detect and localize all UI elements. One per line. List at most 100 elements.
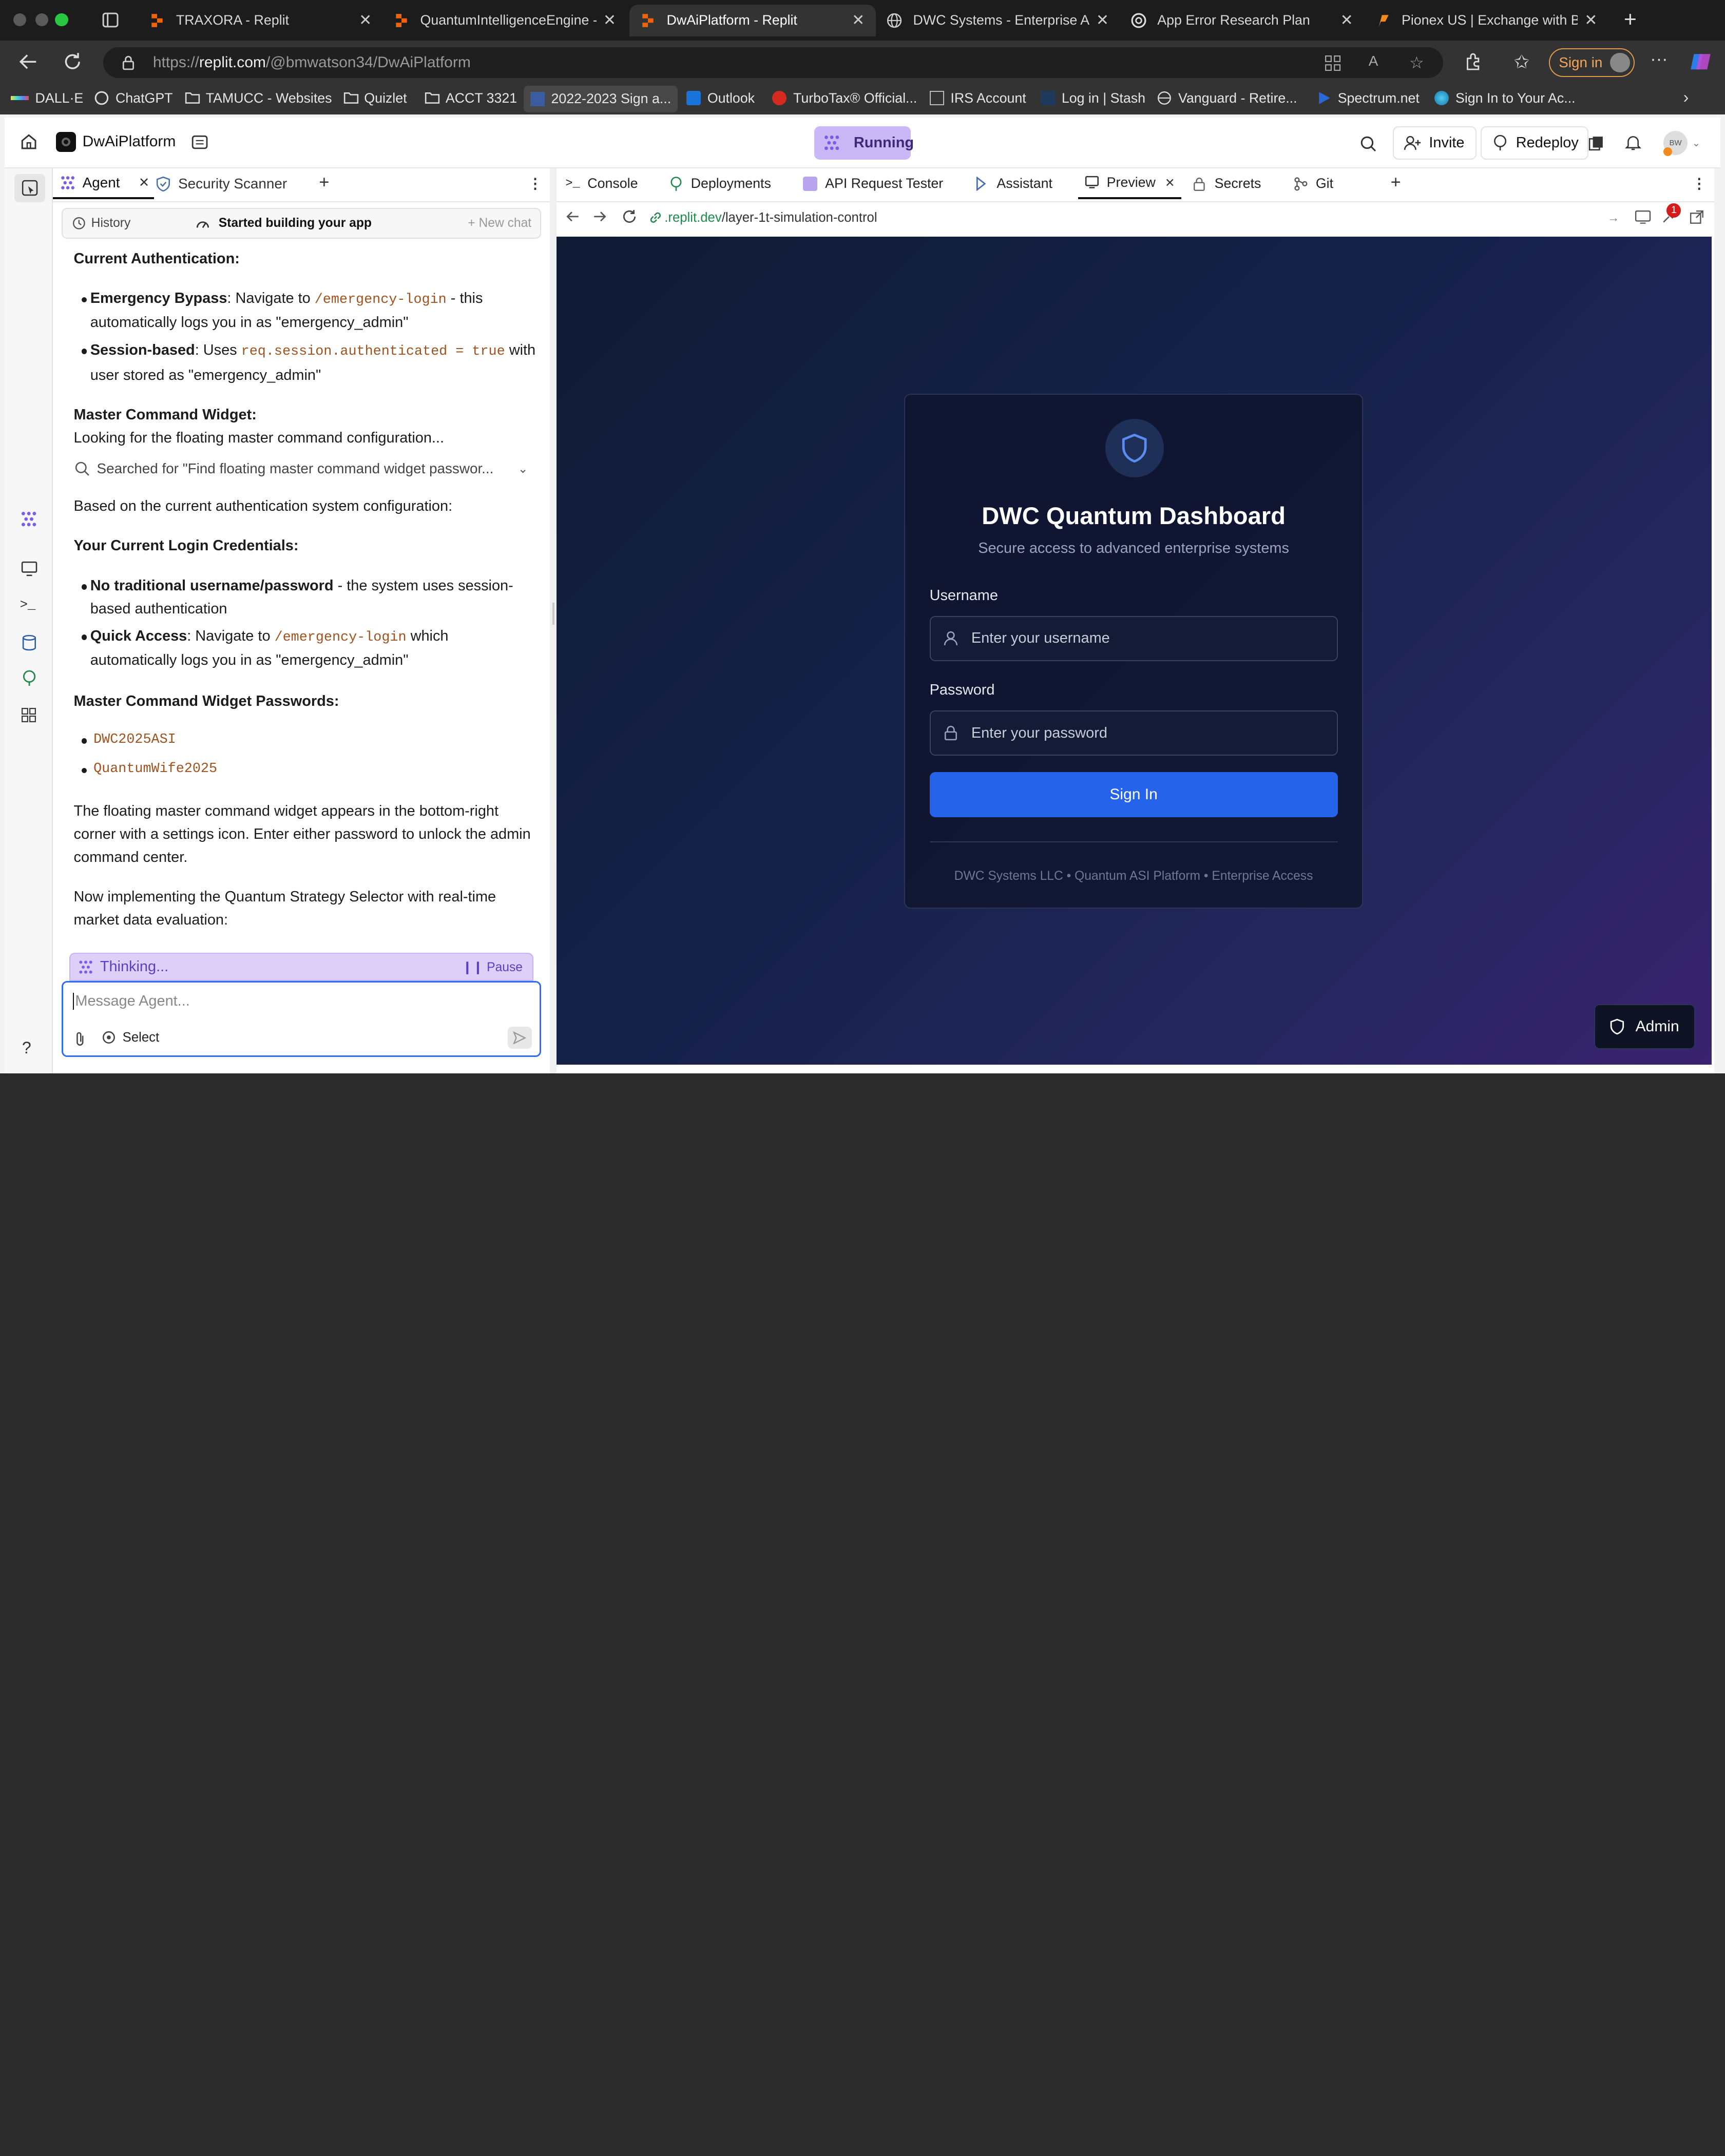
bookmark-quizlet[interactable]: Quizlet xyxy=(343,90,407,106)
attach-icon[interactable] xyxy=(74,1031,86,1047)
tab-secrets[interactable]: Secrets xyxy=(1186,168,1285,199)
help-icon[interactable]: ? xyxy=(22,1038,31,1057)
pause-button[interactable]: ❙❙ Pause xyxy=(462,959,523,975)
history-button[interactable]: History xyxy=(91,216,131,230)
all-tools-icon[interactable] xyxy=(21,707,36,723)
close-icon[interactable]: ✕ xyxy=(1340,11,1353,29)
bookmark-spectrum[interactable]: Spectrum.net xyxy=(1317,90,1420,106)
agent-rail-icon[interactable] xyxy=(20,510,37,528)
invite-button[interactable]: Invite xyxy=(1392,126,1477,160)
database-icon[interactable] xyxy=(22,634,36,651)
app-available-icon[interactable] xyxy=(1325,55,1341,71)
username-field[interactable]: Enter your username xyxy=(929,615,1338,661)
admin-button[interactable]: Admin xyxy=(1594,1004,1696,1050)
close-icon[interactable]: ✕ xyxy=(1096,11,1109,29)
panel-menu-icon[interactable]: ⋮ xyxy=(1692,175,1707,192)
copilot-icon[interactable] xyxy=(1690,52,1712,72)
tab-git[interactable]: Git xyxy=(1287,168,1382,199)
bookmark-tamucc[interactable]: TAMUCC - Websites xyxy=(185,90,332,106)
window-minimize-dot[interactable] xyxy=(35,13,49,27)
back-icon[interactable] xyxy=(18,52,39,72)
read-aloud-icon[interactable]: A xyxy=(1369,53,1378,69)
go-arrow-icon[interactable]: → xyxy=(1607,211,1620,225)
pane-resize-handle[interactable] xyxy=(550,168,557,1074)
favorites-icon[interactable]: ✩ xyxy=(1514,51,1530,73)
close-icon[interactable]: ✕ xyxy=(603,11,616,29)
sign-in-button[interactable]: Sign In xyxy=(929,772,1338,817)
copy-icon[interactable] xyxy=(1588,136,1604,151)
bookmark-turbotax[interactable]: TurboTax® Official... xyxy=(772,90,917,106)
bookmark-outlook[interactable]: Outlook xyxy=(686,90,755,106)
reload-icon[interactable] xyxy=(63,52,83,72)
bookmark-dalle[interactable]: DALL·E xyxy=(11,90,83,106)
bookmark-vanguard[interactable]: Vanguard - Retire... xyxy=(1157,90,1297,106)
tab-agent[interactable]: Agent ✕ xyxy=(52,168,154,199)
browser-tab-dwc-systems[interactable]: DWC Systems - Enterprise AI Platform ✕ xyxy=(876,5,1120,36)
preview-reload-icon[interactable] xyxy=(622,209,637,224)
select-element-button[interactable]: Select xyxy=(102,1030,159,1045)
home-icon[interactable] xyxy=(20,133,37,150)
window-close-dot[interactable] xyxy=(13,13,27,27)
redeploy-button[interactable]: Redeploy xyxy=(1481,126,1589,160)
bullet-text: with xyxy=(509,341,536,358)
bookmark-sign-a[interactable]: 2022-2023 Sign a... xyxy=(523,86,678,112)
tab-assistant[interactable]: Assistant xyxy=(968,168,1074,199)
tab-actions-icon[interactable] xyxy=(102,12,119,28)
browser-tab-app-error[interactable]: App Error Research Plan ✕ xyxy=(1120,5,1364,36)
browser-sign-in-button[interactable]: Sign in xyxy=(1549,48,1635,77)
browser-tab-traxora[interactable]: TRAXORA - Replit ✕ xyxy=(139,5,383,36)
bullet-text: : Uses xyxy=(195,341,237,358)
add-tab-icon[interactable]: + xyxy=(319,172,329,192)
new-tab-icon[interactable]: + xyxy=(1624,9,1637,31)
browser-tab-quantum[interactable]: QuantumIntelligenceEngine - Replit ✕ xyxy=(383,5,627,36)
new-chat-button[interactable]: + New chat xyxy=(468,216,531,230)
close-icon[interactable]: ✕ xyxy=(139,175,150,190)
history-icon[interactable] xyxy=(72,217,86,230)
close-icon[interactable]: ✕ xyxy=(359,11,372,29)
panel-menu-icon[interactable]: ⋮ xyxy=(528,175,543,192)
send-button[interactable] xyxy=(507,1027,532,1049)
bookmark-acct[interactable]: ACCT 3321 xyxy=(425,90,517,106)
bullet xyxy=(81,738,87,744)
bookmark-sign-in-ac[interactable]: Sign In to Your Ac... xyxy=(1434,90,1576,106)
close-icon[interactable]: ✕ xyxy=(1584,11,1597,29)
close-icon[interactable]: ✕ xyxy=(852,11,865,29)
search-result-collapsible[interactable]: Searched for "Find floating master comma… xyxy=(75,456,528,480)
bookmark-chatgpt[interactable]: ChatGPT xyxy=(94,90,173,106)
open-new-window-icon[interactable] xyxy=(1690,210,1704,224)
chevron-right-icon[interactable]: › xyxy=(1683,88,1689,107)
devtools-icon[interactable] xyxy=(1635,210,1651,224)
more-menu-icon[interactable]: ··· xyxy=(1650,49,1667,69)
bell-icon[interactable] xyxy=(1625,134,1642,151)
browser-tab-dwaiplatform[interactable]: DwAiPlatform - Replit ✕ xyxy=(629,4,876,36)
add-tab-icon[interactable]: + xyxy=(1391,172,1401,192)
preview-forward-icon[interactable] xyxy=(593,210,607,223)
bookmark-irs[interactable]: IRS Account xyxy=(929,90,1026,106)
tab-security-scanner[interactable]: Security Scanner xyxy=(156,168,301,199)
tab-preview[interactable]: Preview ✕ xyxy=(1078,168,1182,199)
deployments-rail-icon[interactable] xyxy=(21,670,37,686)
browser-tab-pionex[interactable]: Pionex US | Exchange with Built-in ✕ xyxy=(1364,5,1608,36)
bullet-text: : Navigate to xyxy=(187,628,271,645)
extensions-icon[interactable] xyxy=(1464,53,1483,71)
search-icon[interactable] xyxy=(1360,136,1376,152)
close-icon[interactable]: ✕ xyxy=(1165,176,1175,190)
password-field[interactable]: Enter your password xyxy=(929,710,1338,756)
preview-rail-icon[interactable] xyxy=(21,561,37,576)
address-bar[interactable]: https://replit.com/@bmwatson34/DwAiPlatf… xyxy=(103,47,1444,79)
tab-deployments[interactable]: Deployments xyxy=(662,168,794,199)
bookmark-stash[interactable]: Log in | Stash xyxy=(1041,90,1145,106)
preview-url-field[interactable]: .replit.dev/layer-1t-simulation-control xyxy=(649,208,1617,228)
project-switcher[interactable]: DwAiPlatform xyxy=(56,132,176,152)
favorite-star-icon[interactable]: ☆ xyxy=(1409,53,1424,72)
running-status-button[interactable]: Running xyxy=(814,126,914,160)
workspace-icon[interactable] xyxy=(191,134,208,150)
tab-console[interactable]: >_ Console xyxy=(559,168,656,199)
window-maximize-dot[interactable] xyxy=(55,13,68,27)
message-input[interactable]: Message Agent... xyxy=(73,992,190,1010)
tab-api-request-tester[interactable]: API Request Tester xyxy=(796,168,961,199)
user-menu[interactable]: BW ⌄ xyxy=(1663,130,1700,157)
preview-back-icon[interactable] xyxy=(565,210,580,223)
toggle-panel-icon[interactable] xyxy=(14,174,45,203)
console-rail-icon[interactable]: >_ xyxy=(20,598,36,612)
